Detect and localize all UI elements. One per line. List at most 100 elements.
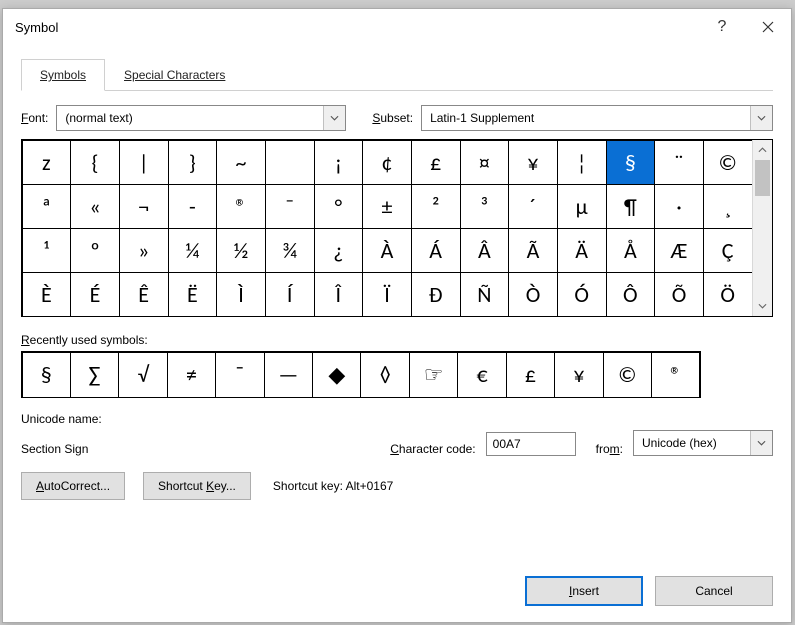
symbol-cell[interactable]: -	[168, 184, 218, 229]
symbol-cell[interactable]: Ë	[168, 272, 218, 317]
symbol-cell[interactable]	[265, 140, 315, 185]
symbol-cell[interactable]: Õ	[654, 272, 704, 317]
from-value: Unicode (hex)	[634, 436, 750, 450]
symbol-grid-wrap: z{|}~ ¡¢£¤¥¦§¨© ª«¬-®¯°±²³´µ¶·¸ ¹º»¼½¾¿ÀÁÂÃ…	[21, 139, 773, 317]
symbol-cell[interactable]: ·	[654, 184, 704, 229]
symbol-cell[interactable]: Â	[460, 228, 510, 273]
recent-symbol-cell[interactable]: ¥	[554, 352, 603, 398]
recent-symbol-cell[interactable]: ◆	[312, 352, 361, 398]
scroll-track[interactable]	[753, 160, 772, 296]
recent-symbol-cell[interactable]: ≠	[167, 352, 216, 398]
symbol-cell[interactable]: ¨	[654, 140, 704, 185]
chevron-down-icon[interactable]	[323, 106, 345, 130]
symbol-cell[interactable]: Ñ	[460, 272, 510, 317]
symbol-cell[interactable]: Ò	[508, 272, 558, 317]
symbol-cell[interactable]: Å	[606, 228, 656, 273]
shortcut-key-button[interactable]: Shortcut Key...	[143, 472, 251, 500]
symbol-cell[interactable]: È	[22, 272, 72, 317]
charcode-input[interactable]	[486, 432, 576, 456]
recent-symbol-cell[interactable]: £	[506, 352, 555, 398]
titlebar: Symbol ?	[3, 9, 791, 45]
symbol-cell[interactable]: ª	[22, 184, 72, 229]
symbol-cell[interactable]: ¥	[508, 140, 558, 185]
symbol-cell[interactable]: ¼	[168, 228, 218, 273]
insert-button[interactable]: Insert	[525, 576, 643, 606]
symbol-cell[interactable]: Î	[314, 272, 364, 317]
symbol-cell[interactable]: ®	[216, 184, 266, 229]
symbol-cell[interactable]: °	[314, 184, 364, 229]
symbol-cell[interactable]: ~	[216, 140, 266, 185]
symbol-cell[interactable]: ¦	[557, 140, 607, 185]
scroll-thumb[interactable]	[755, 160, 770, 196]
tab-special-characters[interactable]: Special Characters	[105, 59, 244, 91]
recent-label: Recently used symbols:	[21, 333, 773, 347]
recent-symbol-cell[interactable]: ☞	[409, 352, 458, 398]
close-button[interactable]	[745, 9, 791, 45]
recent-symbol-cell[interactable]: €	[457, 352, 506, 398]
symbol-cell[interactable]: £	[411, 140, 461, 185]
symbol-cell[interactable]: §	[606, 140, 656, 185]
from-select[interactable]: Unicode (hex)	[633, 430, 773, 456]
recent-symbol-cell[interactable]: ©	[603, 352, 652, 398]
symbol-cell[interactable]: µ	[557, 184, 607, 229]
symbol-cell[interactable]: ¤	[460, 140, 510, 185]
recent-symbol-cell[interactable]: §	[22, 352, 71, 398]
symbol-cell[interactable]: Ô	[606, 272, 656, 317]
symbol-cell[interactable]: ¡	[314, 140, 364, 185]
symbol-cell[interactable]: Á	[411, 228, 461, 273]
symbol-cell[interactable]: Ä	[557, 228, 607, 273]
subset-select[interactable]: Latin-1 Supplement	[421, 105, 773, 131]
window-title: Symbol	[15, 20, 58, 35]
symbol-cell[interactable]: É	[70, 272, 120, 317]
symbol-cell[interactable]: Ó	[557, 272, 607, 317]
symbol-cell[interactable]: ¶	[606, 184, 656, 229]
symbol-cell[interactable]: «	[70, 184, 120, 229]
symbol-cell[interactable]: ¯	[265, 184, 315, 229]
help-button[interactable]: ?	[699, 9, 745, 45]
scroll-up-icon[interactable]	[753, 140, 772, 160]
recent-symbol-cell[interactable]: —	[264, 352, 313, 398]
recent-symbol-cell[interactable]: √	[118, 352, 167, 398]
symbol-cell[interactable]: ¿	[314, 228, 364, 273]
recent-symbol-cell[interactable]: ˉ	[215, 352, 264, 398]
symbol-grid: z{|}~ ¡¢£¤¥¦§¨© ª«¬-®¯°±²³´µ¶·¸ ¹º»¼½¾¿ÀÁÂÃ…	[22, 140, 752, 316]
symbol-cell[interactable]: Ã	[508, 228, 558, 273]
symbol-cell[interactable]: Ì	[216, 272, 266, 317]
symbol-cell[interactable]: Æ	[654, 228, 704, 273]
symbol-cell[interactable]: À	[362, 228, 412, 273]
symbol-cell[interactable]: »	[119, 228, 169, 273]
symbol-cell[interactable]: ¹	[22, 228, 72, 273]
tab-symbols[interactable]: Symbols	[21, 59, 105, 91]
symbol-cell[interactable]: ±	[362, 184, 412, 229]
recent-symbol-cell[interactable]: ∑	[70, 352, 119, 398]
recent-symbol-cell[interactable]: ®	[651, 352, 700, 398]
scroll-down-icon[interactable]	[753, 296, 772, 316]
symbol-cell[interactable]: ²	[411, 184, 461, 229]
symbol-cell[interactable]: ´	[508, 184, 558, 229]
cancel-button[interactable]: Cancel	[655, 576, 773, 606]
symbol-cell[interactable]: ¸	[703, 184, 753, 229]
chevron-down-icon[interactable]	[750, 106, 772, 130]
symbol-cell[interactable]: Ç	[703, 228, 753, 273]
symbol-cell[interactable]: Ê	[119, 272, 169, 317]
symbol-cell[interactable]: z	[22, 140, 72, 185]
symbol-cell[interactable]: Ï	[362, 272, 412, 317]
font-select[interactable]: (normal text)	[56, 105, 346, 131]
symbol-cell[interactable]: º	[70, 228, 120, 273]
symbol-cell[interactable]: ¬	[119, 184, 169, 229]
recent-symbol-cell[interactable]: ◊	[360, 352, 409, 398]
symbol-cell[interactable]: {	[70, 140, 120, 185]
symbol-cell[interactable]: ¢	[362, 140, 412, 185]
autocorrect-button[interactable]: AutoCorrect...	[21, 472, 125, 500]
symbol-cell[interactable]: ½	[216, 228, 266, 273]
grid-scrollbar[interactable]	[752, 140, 772, 316]
symbol-cell[interactable]: }	[168, 140, 218, 185]
symbol-cell[interactable]: |	[119, 140, 169, 185]
symbol-cell[interactable]: Đ	[411, 272, 461, 317]
symbol-cell[interactable]: Í	[265, 272, 315, 317]
symbol-cell[interactable]: ¾	[265, 228, 315, 273]
symbol-cell[interactable]: Ö	[703, 272, 753, 317]
symbol-cell[interactable]: ³	[460, 184, 510, 229]
symbol-cell[interactable]: ©	[703, 140, 753, 185]
chevron-down-icon[interactable]	[750, 431, 772, 455]
